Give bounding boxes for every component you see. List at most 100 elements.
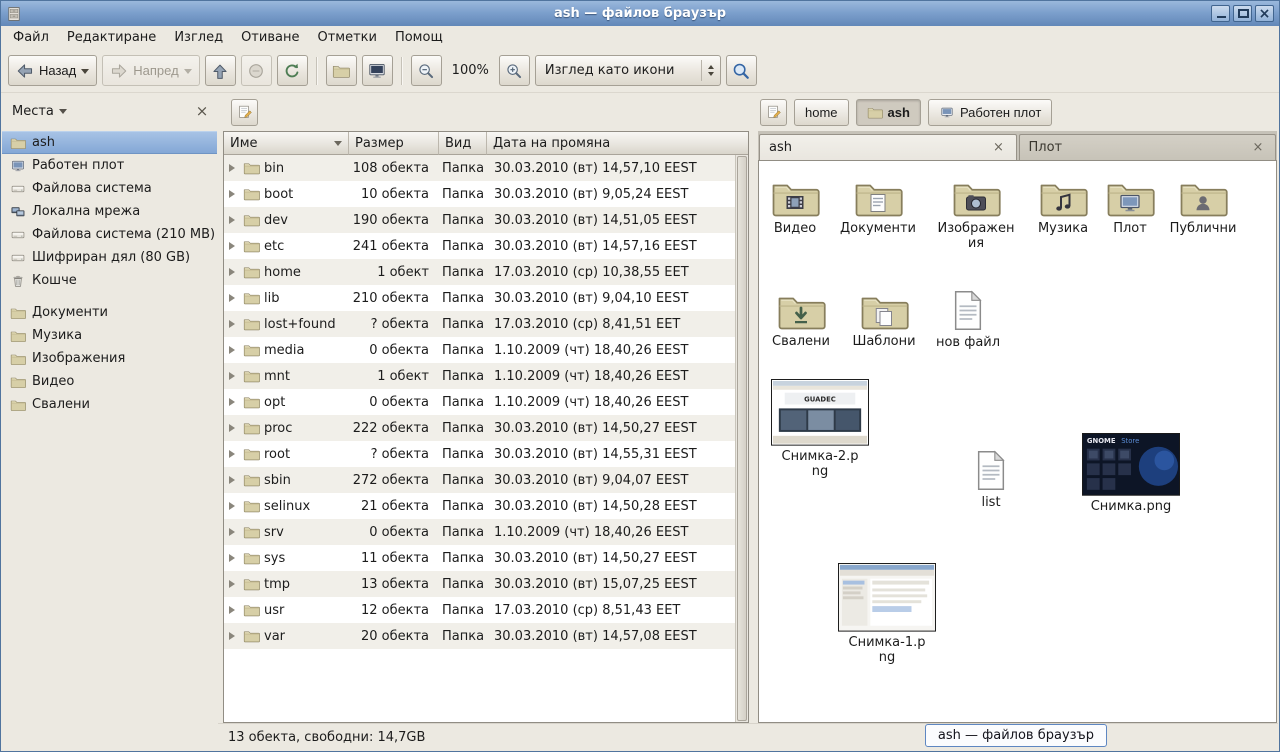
- table-row[interactable]: etc241 обектаПапка30.03.2010 (вт) 14,57,…: [224, 233, 735, 259]
- sidebar-item[interactable]: Файлова система (210 MB): [2, 223, 217, 246]
- sidebar-item[interactable]: Шифриран дял (80 GB): [2, 246, 217, 269]
- table-row[interactable]: root? обектаПапка30.03.2010 (вт) 14,55,3…: [224, 441, 735, 467]
- sidebar-item[interactable]: Музика: [2, 324, 217, 347]
- table-row[interactable]: proc222 обектаПапка30.03.2010 (вт) 14,50…: [224, 415, 735, 441]
- expander-icon[interactable]: [229, 320, 239, 328]
- menu-item[interactable]: Отиване: [232, 26, 308, 49]
- menu-item[interactable]: Редактиране: [58, 26, 165, 49]
- menu-item[interactable]: Файл: [4, 26, 58, 49]
- table-row[interactable]: media0 обектаПапка1.10.2009 (чт) 18,40,2…: [224, 337, 735, 363]
- expander-icon[interactable]: [229, 294, 239, 302]
- close-sidebar-button[interactable]: ×: [191, 100, 213, 122]
- file-icon-item[interactable]: Публични: [1161, 178, 1245, 236]
- tab[interactable]: Плот×: [1019, 134, 1277, 160]
- file-icon-item[interactable]: Свалени: [759, 291, 843, 349]
- pane-splitter[interactable]: [749, 93, 758, 723]
- table-row[interactable]: sbin272 обектаПапка30.03.2010 (вт) 9,04,…: [224, 467, 735, 493]
- column-header[interactable]: Дата на промяна: [487, 132, 748, 155]
- reload-button[interactable]: [277, 55, 308, 86]
- menu-item[interactable]: Помощ: [386, 26, 452, 49]
- toggle-location-entry-button[interactable]: [231, 99, 258, 126]
- table-row[interactable]: lost+found? обектаПапка17.03.2010 (ср) 8…: [224, 311, 735, 337]
- scrollbar-thumb[interactable]: [737, 156, 747, 721]
- forward-button[interactable]: Напред: [102, 55, 199, 86]
- titlebar[interactable]: ash — файлов браузър ×: [1, 1, 1279, 26]
- maximize-button[interactable]: [1233, 5, 1252, 22]
- sidebar-item[interactable]: Видео: [2, 370, 217, 393]
- file-icon-item[interactable]: list: [949, 449, 1033, 510]
- breadcrumb-button[interactable]: ash: [856, 99, 921, 126]
- table-row[interactable]: selinux21 обектаПапка30.03.2010 (вт) 14,…: [224, 493, 735, 519]
- breadcrumb-button[interactable]: Работен плот: [928, 99, 1052, 126]
- file-icon-item[interactable]: Документи: [836, 178, 920, 236]
- table-row[interactable]: boot10 обектаПапка30.03.2010 (вт) 9,05,2…: [224, 181, 735, 207]
- file-icon-item[interactable]: Плот: [1088, 178, 1172, 236]
- table-row[interactable]: lib210 обектаПапка30.03.2010 (вт) 9,04,1…: [224, 285, 735, 311]
- expander-icon[interactable]: [229, 164, 239, 172]
- table-row[interactable]: bin108 обектаПапка30.03.2010 (вт) 14,57,…: [224, 155, 735, 181]
- menu-item[interactable]: Отметки: [308, 26, 385, 49]
- file-icon-item[interactable]: GUADECСнимка-2.png: [770, 379, 870, 479]
- table-row[interactable]: tmp13 обектаПапка30.03.2010 (вт) 15,07,2…: [224, 571, 735, 597]
- icon-view[interactable]: ВидеоДокументиИзображенияМузикаПлотПубли…: [758, 160, 1277, 723]
- expander-icon[interactable]: [229, 398, 239, 406]
- menu-item[interactable]: Изглед: [165, 26, 232, 49]
- breadcrumb-button[interactable]: home: [794, 99, 849, 126]
- stop-button[interactable]: [241, 55, 272, 86]
- table-row[interactable]: dev190 обектаПапка30.03.2010 (вт) 14,51,…: [224, 207, 735, 233]
- sidebar-item[interactable]: Изображения: [2, 347, 217, 370]
- file-icon-item[interactable]: Шаблони: [842, 291, 926, 349]
- expander-icon[interactable]: [229, 242, 239, 250]
- home-button[interactable]: [326, 55, 357, 86]
- zoom-in-button[interactable]: [499, 55, 530, 86]
- table-row[interactable]: usr12 обектаПапка17.03.2010 (ср) 8,51,43…: [224, 597, 735, 623]
- file-icon-item[interactable]: Изображения: [934, 178, 1018, 252]
- expander-icon[interactable]: [229, 632, 239, 640]
- expander-icon[interactable]: [229, 502, 239, 510]
- sidebar-item[interactable]: Документи: [2, 301, 217, 324]
- view-mode-select[interactable]: Изглед като икони: [535, 55, 721, 86]
- computer-button[interactable]: [362, 55, 393, 86]
- expander-icon[interactable]: [229, 216, 239, 224]
- up-button[interactable]: [205, 55, 236, 86]
- table-row[interactable]: sys11 обектаПапка30.03.2010 (вт) 14,50,2…: [224, 545, 735, 571]
- expander-icon[interactable]: [229, 580, 239, 588]
- expander-icon[interactable]: [229, 424, 239, 432]
- file-icon-item[interactable]: GNOMEStoreСнимка.png: [1081, 433, 1181, 514]
- vertical-scrollbar[interactable]: [735, 155, 748, 722]
- column-header[interactable]: Име: [224, 132, 349, 155]
- table-row[interactable]: opt0 обектаПапка1.10.2009 (чт) 18,40,26 …: [224, 389, 735, 415]
- file-icon-item[interactable]: Снимка-1.png: [837, 563, 937, 665]
- tab-close-icon[interactable]: ×: [991, 140, 1007, 155]
- expander-icon[interactable]: [229, 346, 239, 354]
- close-button[interactable]: ×: [1255, 5, 1274, 22]
- table-row[interactable]: mnt1 обектПапка1.10.2009 (чт) 18,40,26 E…: [224, 363, 735, 389]
- expander-icon[interactable]: [229, 606, 239, 614]
- back-button[interactable]: Назад: [8, 55, 97, 86]
- back-history-arrow-icon[interactable]: [81, 69, 89, 78]
- expander-icon[interactable]: [229, 268, 239, 276]
- expander-icon[interactable]: [229, 450, 239, 458]
- table-row[interactable]: var20 обектаПапка30.03.2010 (вт) 14,57,0…: [224, 623, 735, 649]
- expander-icon[interactable]: [229, 190, 239, 198]
- sidebar-item[interactable]: ash: [2, 131, 217, 154]
- sidebar-item[interactable]: Работен плот: [2, 154, 217, 177]
- sidebar-title[interactable]: Места: [12, 104, 54, 119]
- search-button[interactable]: [726, 55, 757, 86]
- minimize-button[interactable]: [1211, 5, 1230, 22]
- column-header[interactable]: Вид: [439, 132, 487, 155]
- sidebar-item[interactable]: Локална мрежа: [2, 200, 217, 223]
- column-header[interactable]: Размер: [349, 132, 439, 155]
- tab-close-icon[interactable]: ×: [1250, 140, 1266, 155]
- sidebar-item[interactable]: Кошче: [2, 269, 217, 292]
- zoom-out-button[interactable]: [411, 55, 442, 86]
- table-row[interactable]: home1 обектПапка17.03.2010 (ср) 10,38,55…: [224, 259, 735, 285]
- file-icon-item[interactable]: Видео: [758, 178, 837, 236]
- chevron-down-icon[interactable]: [59, 109, 67, 118]
- expander-icon[interactable]: [229, 372, 239, 380]
- sidebar-item[interactable]: Файлова система: [2, 177, 217, 200]
- expander-icon[interactable]: [229, 554, 239, 562]
- tab[interactable]: ash×: [759, 134, 1017, 160]
- expander-icon[interactable]: [229, 476, 239, 484]
- toggle-location-entry-button[interactable]: [760, 99, 787, 126]
